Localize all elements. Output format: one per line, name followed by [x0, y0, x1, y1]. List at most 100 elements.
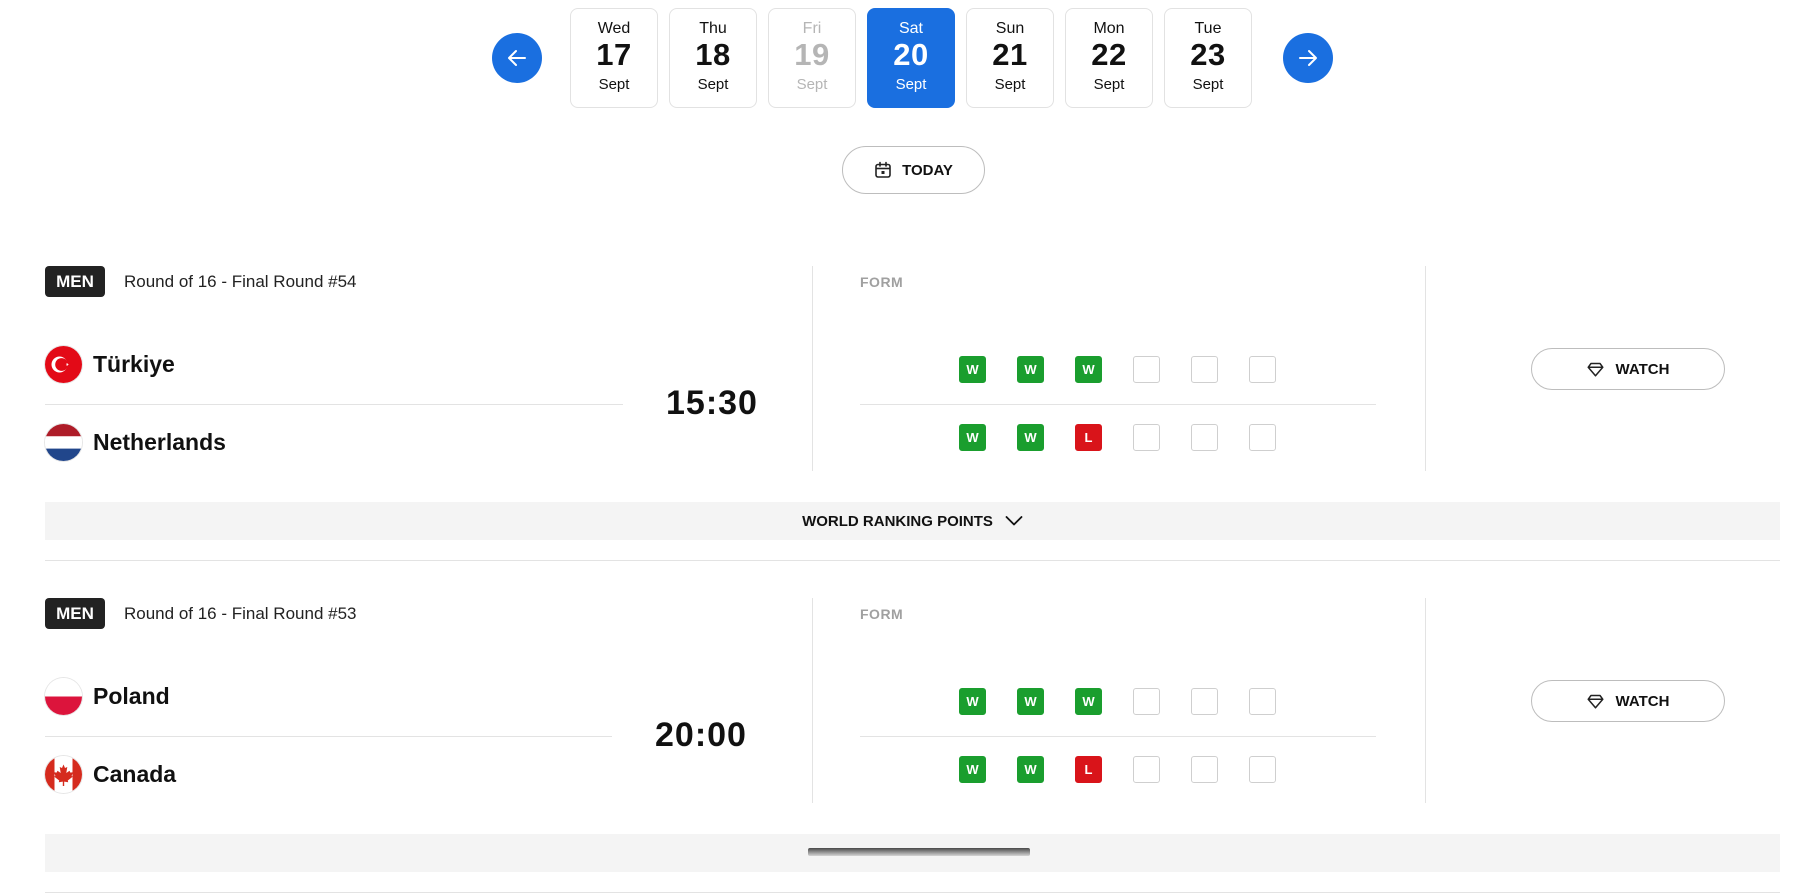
date-card-thu-18[interactable]: Thu 18 Sept	[669, 8, 757, 108]
date-card-sun-21[interactable]: Sun 21 Sept	[966, 8, 1054, 108]
today-label: TODAY	[902, 161, 953, 179]
match-card: MEN Round of 16 - Final Round #53 Poland…	[0, 598, 1794, 894]
chevron-down-icon	[1005, 516, 1023, 526]
form-result-loss: L	[1075, 756, 1102, 783]
form-result-win: W	[1017, 424, 1044, 451]
form-result-win: W	[959, 356, 986, 383]
column-divider	[812, 598, 813, 803]
world-ranking-points-toggle[interactable]: WORLD RANKING POINTS	[45, 502, 1780, 540]
match-time: 20:00	[655, 716, 747, 754]
column-divider	[812, 266, 813, 471]
home-form-row: W W W	[959, 688, 1276, 715]
date-month: Sept	[697, 76, 729, 93]
watch-label: WATCH	[1615, 360, 1670, 378]
date-day: 18	[695, 37, 731, 72]
watch-button[interactable]: WATCH	[1531, 348, 1725, 390]
form-divider	[860, 736, 1376, 737]
diamond-icon	[1586, 694, 1604, 709]
section-divider	[45, 560, 1780, 561]
date-card-tue-23[interactable]: Tue 23 Sept	[1164, 8, 1252, 108]
form-result-win: W	[959, 688, 986, 715]
date-weekday: Tue	[1194, 20, 1222, 37]
form-result-empty	[1249, 688, 1276, 715]
date-weekday: Sun	[995, 20, 1025, 37]
date-weekday: Fri	[802, 20, 822, 37]
date-day: 19	[794, 37, 830, 72]
canada-flag	[45, 756, 82, 793]
form-result-win: W	[959, 756, 986, 783]
watch-label: WATCH	[1615, 692, 1670, 710]
date-month: Sept	[598, 76, 630, 93]
date-month: Sept	[1093, 76, 1125, 93]
form-result-empty	[1133, 356, 1160, 383]
calendar-icon	[875, 161, 891, 178]
date-weekday: Sat	[898, 20, 923, 37]
turkey-flag	[45, 346, 82, 383]
form-result-empty	[1133, 756, 1160, 783]
date-day: 22	[1091, 37, 1127, 72]
date-weekday: Mon	[1093, 20, 1125, 37]
form-result-loss: L	[1075, 424, 1102, 451]
match-card: MEN Round of 16 - Final Round #54 Türkiy…	[0, 266, 1794, 596]
date-day: 23	[1190, 37, 1226, 72]
form-result-win: W	[959, 424, 986, 451]
date-weekday: Wed	[597, 20, 631, 37]
date-day: 20	[893, 37, 929, 72]
date-month: Sept	[796, 76, 828, 93]
away-team[interactable]: Netherlands	[45, 424, 226, 461]
form-result-win: W	[1075, 356, 1102, 383]
netherlands-flag	[45, 424, 82, 461]
team-name: Poland	[93, 683, 170, 709]
diamond-icon	[1586, 362, 1604, 377]
form-label: FORM	[860, 606, 904, 622]
date-weekday: Thu	[699, 20, 727, 37]
home-team[interactable]: Türkiye	[45, 346, 175, 383]
prev-date-button[interactable]	[492, 33, 542, 83]
ranking-label: WORLD RANKING POINTS	[802, 512, 993, 530]
section-divider	[45, 892, 1780, 893]
date-day: 17	[596, 37, 632, 72]
away-team[interactable]: Canada	[45, 756, 176, 793]
date-card-wed-17[interactable]: Wed 17 Sept	[570, 8, 658, 108]
column-divider	[1425, 266, 1426, 471]
form-result-empty	[1191, 356, 1218, 383]
away-form-row: W W L	[959, 424, 1276, 451]
team-divider	[45, 736, 612, 737]
arrow-left-icon	[508, 50, 526, 66]
home-form-row: W W W	[959, 356, 1276, 383]
arrow-right-icon	[1299, 50, 1317, 66]
loading-placeholder	[807, 848, 1030, 856]
away-form-row: W W L	[959, 756, 1276, 783]
form-result-empty	[1249, 424, 1276, 451]
round-title: Round of 16 - Final Round #54	[124, 272, 357, 291]
match-time: 15:30	[666, 384, 758, 422]
category-badge: MEN	[45, 598, 105, 629]
next-date-button[interactable]	[1283, 33, 1333, 83]
form-divider	[860, 404, 1376, 405]
form-result-win: W	[1075, 688, 1102, 715]
form-result-empty	[1191, 756, 1218, 783]
date-card-sat-20[interactable]: Sat 20 Sept	[867, 8, 955, 108]
form-label: FORM	[860, 274, 904, 290]
poland-flag	[45, 678, 82, 715]
date-card-fri-19: Fri 19 Sept	[768, 8, 856, 108]
form-result-empty	[1249, 756, 1276, 783]
today-button[interactable]: TODAY	[842, 146, 985, 194]
date-month: Sept	[1192, 76, 1224, 93]
world-ranking-points-toggle[interactable]	[45, 834, 1780, 872]
form-result-win: W	[1017, 356, 1044, 383]
home-team[interactable]: Poland	[45, 678, 170, 715]
date-day: 21	[992, 37, 1028, 72]
form-result-empty	[1133, 688, 1160, 715]
date-month: Sept	[994, 76, 1026, 93]
form-result-win: W	[1017, 688, 1044, 715]
date-month: Sept	[895, 76, 927, 93]
watch-button[interactable]: WATCH	[1531, 680, 1725, 722]
round-title: Round of 16 - Final Round #53	[124, 604, 357, 623]
team-name: Canada	[93, 761, 177, 787]
form-result-empty	[1191, 688, 1218, 715]
date-card-mon-22[interactable]: Mon 22 Sept	[1065, 8, 1153, 108]
column-divider	[1425, 598, 1426, 803]
team-name: Türkiye	[93, 351, 175, 377]
category-badge: MEN	[45, 266, 105, 297]
